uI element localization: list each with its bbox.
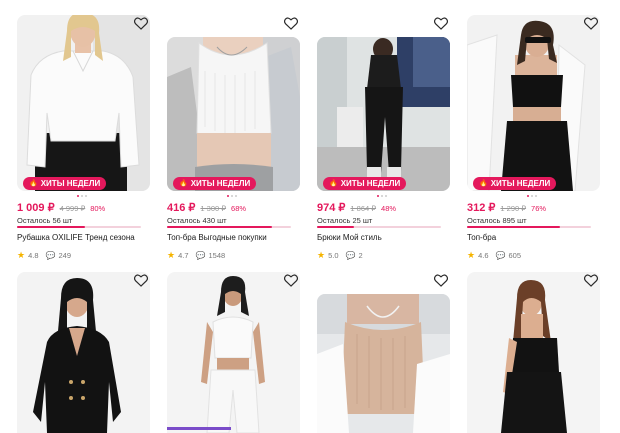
stock-progress-bar [167, 226, 291, 228]
current-price: 416 ₽ [167, 202, 196, 214]
star-icon: ★ [167, 250, 176, 260]
current-price: 1 009 ₽ [17, 202, 55, 214]
price-row: 416 ₽ 1 300 ₽ 68% [167, 201, 300, 214]
comment-icon: 💬 [45, 251, 56, 260]
hits-of-week-badge: 🔥 ХИТЫ НЕДЕЛИ [23, 177, 107, 190]
current-price: 974 ₽ [317, 202, 346, 214]
product-photo[interactable]: 🔥 ХИТЫ НЕДЕЛИ [167, 37, 300, 191]
discount-percent: 68% [231, 204, 247, 213]
stock-progress-bar [317, 226, 441, 228]
product-grid: 🔥 ХИТЫ НЕДЕЛИ 1 009 ₽ 4 999 ₽ 80% Осталос… [0, 0, 620, 433]
reviews-count: 2 [358, 251, 363, 260]
product-title[interactable]: Топ-бра [467, 233, 600, 242]
product-photo[interactable]: 🔥 ХИТЫ НЕДЕЛИ [17, 15, 150, 191]
star-icon: ★ [17, 250, 26, 260]
favorite-heart-icon[interactable] [434, 274, 452, 292]
stock-remaining: Осталось 25 шт [317, 216, 373, 225]
product-title[interactable]: Рубашка OXILIFE Тренд сезона [17, 233, 150, 242]
reviews-count: 249 [58, 251, 71, 260]
badge-label: ХИТЫ НЕДЕЛИ [340, 179, 401, 188]
favorite-heart-icon[interactable] [284, 17, 302, 35]
discount-percent: 76% [531, 204, 547, 213]
hits-of-week-badge: 🔥 ХИТЫ НЕДЕЛИ [173, 177, 257, 190]
stock-progress-fill [467, 226, 560, 228]
photo-pager [527, 195, 537, 197]
rating-value: 4.7 [178, 251, 189, 260]
star-icon: ★ [467, 250, 476, 260]
photo-pager [227, 195, 237, 197]
comment-icon: 💬 [495, 251, 506, 260]
hits-of-week-badge: 🔥 ХИТЫ НЕДЕЛИ [323, 177, 407, 190]
product-title[interactable]: Топ-бра Выгодные покупки [167, 233, 300, 242]
product-card[interactable] [317, 272, 450, 433]
price-row: 1 009 ₽ 4 999 ₽ 80% [17, 201, 150, 214]
product-photo[interactable] [467, 272, 600, 433]
rating-row: ★ 4.8 💬 249 [17, 250, 150, 261]
fire-icon: 🔥 [179, 180, 188, 187]
rating-row: ★ 4.7 💬 1548 [167, 250, 300, 261]
reviews-count: 1548 [208, 251, 226, 260]
product-card[interactable]: 🔥 ХИТЫ НЕДЕЛИ 1 009 ₽ 4 999 ₽ 80% Осталос… [17, 15, 152, 260]
price-row: 312 ₽ 1 290 ₽ 76% [467, 201, 600, 214]
comment-icon: 💬 [345, 251, 356, 260]
discount-percent: 48% [381, 204, 397, 213]
product-photo[interactable]: 🔥 ХИТЫ НЕДЕЛИ [317, 37, 450, 191]
old-price: 4 999 ₽ [59, 204, 86, 213]
fire-icon: 🔥 [29, 180, 38, 187]
product-photo[interactable] [167, 272, 300, 433]
fire-icon: 🔥 [479, 180, 488, 187]
star-icon: ★ [317, 250, 326, 260]
badge-label: ХИТЫ НЕДЕЛИ [490, 179, 551, 188]
badge-label: ХИТЫ НЕДЕЛИ [40, 179, 101, 188]
reviews-count: 605 [508, 251, 521, 260]
product-photo[interactable] [17, 272, 150, 433]
photo-pager [377, 195, 387, 197]
rating-row: ★ 4.6 💬 605 [467, 250, 600, 261]
badge-label: ХИТЫ НЕДЕЛИ [190, 179, 251, 188]
discount-percent: 80% [90, 204, 106, 213]
product-photo[interactable]: 🔥 ХИТЫ НЕДЕЛИ [467, 15, 600, 191]
favorite-heart-icon[interactable] [284, 274, 302, 292]
rating-value: 5.0 [328, 251, 339, 260]
stock-progress-bar [467, 226, 591, 228]
rating-value: 4.8 [28, 251, 39, 260]
rating-row: ★ 5.0 💬 2 [317, 250, 450, 261]
comment-icon: 💬 [195, 251, 206, 260]
favorite-heart-icon[interactable] [134, 274, 152, 292]
stock-remaining: Осталось 56 шт [17, 216, 73, 225]
favorite-heart-icon[interactable] [134, 17, 152, 35]
stock-progress-fill [17, 226, 86, 228]
old-price: 1 300 ₽ [200, 204, 227, 213]
product-card[interactable] [167, 272, 300, 433]
favorite-heart-icon[interactable] [584, 274, 602, 292]
product-title[interactable]: Брюки Мой стиль [317, 233, 450, 242]
favorite-heart-icon[interactable] [434, 17, 452, 35]
stock-progress-fill [317, 226, 355, 228]
stock-remaining: Осталось 430 шт [167, 216, 227, 225]
current-price: 312 ₽ [467, 202, 496, 214]
price-row: 974 ₽ 1 864 ₽ 48% [317, 201, 450, 214]
old-price: 1 864 ₽ [350, 204, 377, 213]
product-card[interactable] [467, 272, 600, 433]
stock-progress-bar [17, 226, 141, 228]
product-card[interactable]: 🔥 ХИТЫ НЕДЕЛИ 312 ₽ 1 290 ₽ 76% Осталось … [467, 15, 602, 260]
photo-pager [77, 195, 87, 197]
stock-remaining: Осталось 895 шт [467, 216, 527, 225]
fire-icon: 🔥 [329, 180, 338, 187]
product-photo[interactable] [317, 294, 450, 433]
stock-progress-fill [167, 226, 273, 228]
rating-value: 4.6 [478, 251, 489, 260]
photo-accent-line [167, 427, 231, 430]
favorite-heart-icon[interactable] [584, 17, 602, 35]
product-card[interactable]: 🔥 ХИТЫ НЕДЕЛИ 416 ₽ 1 300 ₽ 68% Осталось … [167, 15, 302, 260]
product-card[interactable]: 🔥 ХИТЫ НЕДЕЛИ 974 ₽ 1 864 ₽ 48% Осталось … [317, 15, 452, 260]
hits-of-week-badge: 🔥 ХИТЫ НЕДЕЛИ [473, 177, 557, 190]
old-price: 1 290 ₽ [500, 204, 527, 213]
product-card[interactable] [17, 272, 150, 433]
